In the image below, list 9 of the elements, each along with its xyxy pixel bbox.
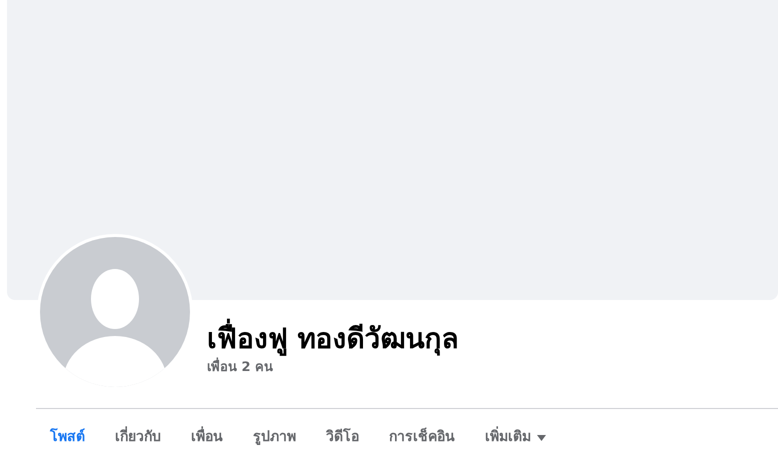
- profile-tab[interactable]: เกี่ยวกับ: [101, 423, 175, 452]
- caret-icon: [537, 434, 546, 440]
- profile-tab[interactable]: รูปภาพ: [239, 423, 310, 452]
- more-menu-tab[interactable]: เพิ่มเติม: [471, 423, 560, 452]
- profile-tab[interactable]: วิดีโอ: [312, 423, 373, 452]
- profile-tab[interactable]: เพื่อน: [177, 423, 237, 452]
- friends-count[interactable]: เพื่อน 2 คน: [207, 358, 459, 378]
- profile-tab[interactable]: โพสต์: [36, 423, 99, 452]
- profile-tab[interactable]: การเช็คอิน: [375, 423, 469, 452]
